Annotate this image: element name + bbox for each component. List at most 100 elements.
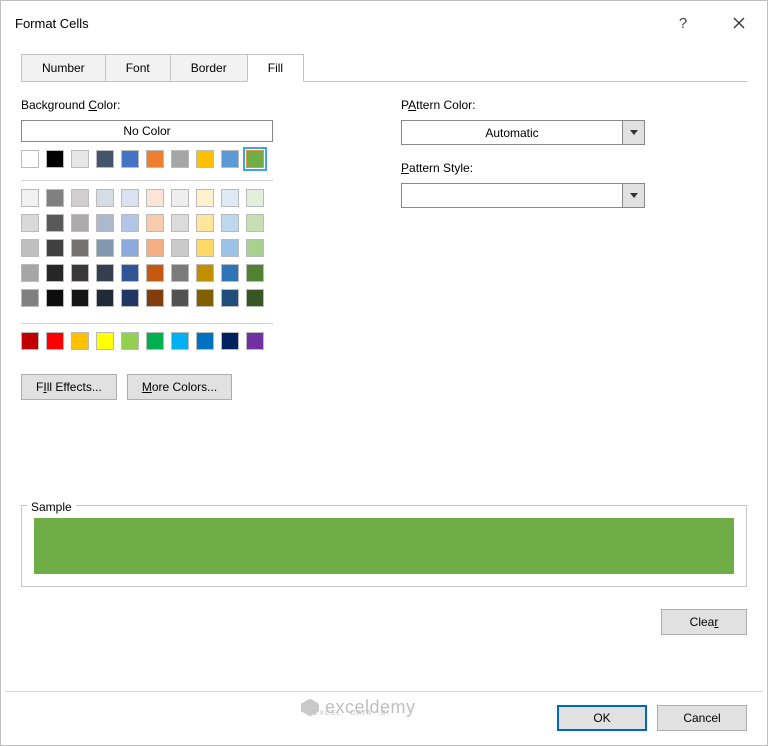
color-swatch[interactable] (46, 189, 64, 207)
color-swatch[interactable] (196, 150, 214, 168)
color-swatch[interactable] (46, 239, 64, 257)
color-swatch[interactable] (46, 150, 64, 168)
color-swatch[interactable] (221, 332, 239, 350)
more-colors-button[interactable]: More Colors... (127, 374, 232, 400)
color-swatch[interactable] (21, 289, 39, 307)
pattern-color-value: Automatic (402, 126, 622, 140)
color-swatch[interactable] (21, 150, 39, 168)
palette-divider-2 (21, 323, 273, 324)
color-swatch[interactable] (221, 264, 239, 282)
color-swatch[interactable] (146, 264, 164, 282)
palette-divider (21, 180, 273, 181)
color-swatch[interactable] (46, 289, 64, 307)
color-swatch[interactable] (46, 214, 64, 232)
fill-tab-content: Background Color: No Color FIll Effects.… (21, 81, 747, 400)
color-swatch[interactable] (146, 289, 164, 307)
pattern-style-dropdown-button[interactable] (622, 184, 644, 207)
color-swatch[interactable] (71, 289, 89, 307)
color-swatch[interactable] (171, 150, 189, 168)
color-swatch[interactable] (246, 239, 264, 257)
color-swatch[interactable] (21, 264, 39, 282)
ok-button[interactable]: OK (557, 705, 647, 731)
background-color-label: Background Color: (21, 98, 321, 112)
close-icon[interactable] (723, 9, 755, 37)
color-swatch[interactable] (96, 239, 114, 257)
color-swatch[interactable] (71, 189, 89, 207)
no-color-button[interactable]: No Color (21, 120, 273, 142)
sample-label: Sample (27, 500, 76, 514)
pattern-style-label: Pattern Style: (401, 161, 737, 175)
color-swatch[interactable] (21, 239, 39, 257)
tab-fill[interactable]: Fill (247, 54, 304, 82)
tab-border[interactable]: Border (170, 54, 248, 82)
color-swatch[interactable] (221, 189, 239, 207)
color-swatch[interactable] (96, 150, 114, 168)
color-swatch[interactable] (196, 189, 214, 207)
format-cells-dialog: Format Cells ? Number Font Border Fill B… (0, 0, 768, 746)
pattern-color-dropdown-button[interactable] (622, 121, 644, 144)
color-swatch[interactable] (246, 214, 264, 232)
clear-button[interactable]: Clear (661, 609, 747, 635)
color-swatch[interactable] (96, 189, 114, 207)
color-swatch[interactable] (171, 239, 189, 257)
tab-font[interactable]: Font (105, 54, 171, 82)
fill-effects-button[interactable]: FIll Effects... (21, 374, 117, 400)
color-swatch[interactable] (246, 289, 264, 307)
color-swatch[interactable] (21, 189, 39, 207)
color-swatch[interactable] (246, 150, 264, 168)
color-swatch[interactable] (71, 214, 89, 232)
footer-divider (5, 691, 763, 692)
color-swatch[interactable] (196, 214, 214, 232)
color-swatch[interactable] (246, 332, 264, 350)
color-swatch[interactable] (146, 239, 164, 257)
color-swatch[interactable] (146, 189, 164, 207)
color-swatch[interactable] (196, 264, 214, 282)
dialog-title: Format Cells (15, 16, 89, 31)
color-swatch[interactable] (146, 332, 164, 350)
color-swatch[interactable] (46, 332, 64, 350)
color-swatch[interactable] (71, 239, 89, 257)
help-icon[interactable]: ? (667, 9, 699, 37)
color-swatch[interactable] (221, 289, 239, 307)
pattern-style-dropdown[interactable] (401, 183, 645, 208)
color-swatch[interactable] (221, 150, 239, 168)
pattern-color-dropdown[interactable]: Automatic (401, 120, 645, 145)
color-swatch[interactable] (46, 264, 64, 282)
color-swatch[interactable] (171, 332, 189, 350)
color-swatch[interactable] (96, 332, 114, 350)
color-swatch[interactable] (96, 289, 114, 307)
color-swatch[interactable] (196, 332, 214, 350)
color-swatch[interactable] (196, 289, 214, 307)
color-swatch[interactable] (171, 264, 189, 282)
color-swatch[interactable] (71, 150, 89, 168)
tab-number[interactable]: Number (21, 54, 106, 82)
color-swatch[interactable] (121, 214, 139, 232)
color-swatch[interactable] (96, 264, 114, 282)
color-swatch[interactable] (146, 150, 164, 168)
color-swatch[interactable] (221, 239, 239, 257)
color-swatch[interactable] (121, 239, 139, 257)
cancel-button[interactable]: Cancel (657, 705, 747, 731)
color-swatch[interactable] (246, 189, 264, 207)
window-controls: ? (667, 9, 755, 37)
color-swatch[interactable] (71, 332, 89, 350)
standard-colors-row (21, 332, 321, 350)
color-swatch[interactable] (196, 239, 214, 257)
theme-colors-row1 (21, 150, 321, 168)
color-swatch[interactable] (21, 332, 39, 350)
color-swatch[interactable] (71, 264, 89, 282)
color-swatch[interactable] (21, 214, 39, 232)
color-swatch[interactable] (121, 150, 139, 168)
color-swatch[interactable] (146, 214, 164, 232)
color-swatch[interactable] (171, 189, 189, 207)
color-swatch[interactable] (96, 214, 114, 232)
color-swatch[interactable] (121, 189, 139, 207)
color-swatch[interactable] (121, 264, 139, 282)
color-swatch[interactable] (121, 289, 139, 307)
color-swatch[interactable] (221, 214, 239, 232)
color-swatch[interactable] (121, 332, 139, 350)
color-swatch[interactable] (246, 264, 264, 282)
color-swatch[interactable] (171, 214, 189, 232)
color-swatch[interactable] (171, 289, 189, 307)
sample-fill (34, 518, 734, 574)
